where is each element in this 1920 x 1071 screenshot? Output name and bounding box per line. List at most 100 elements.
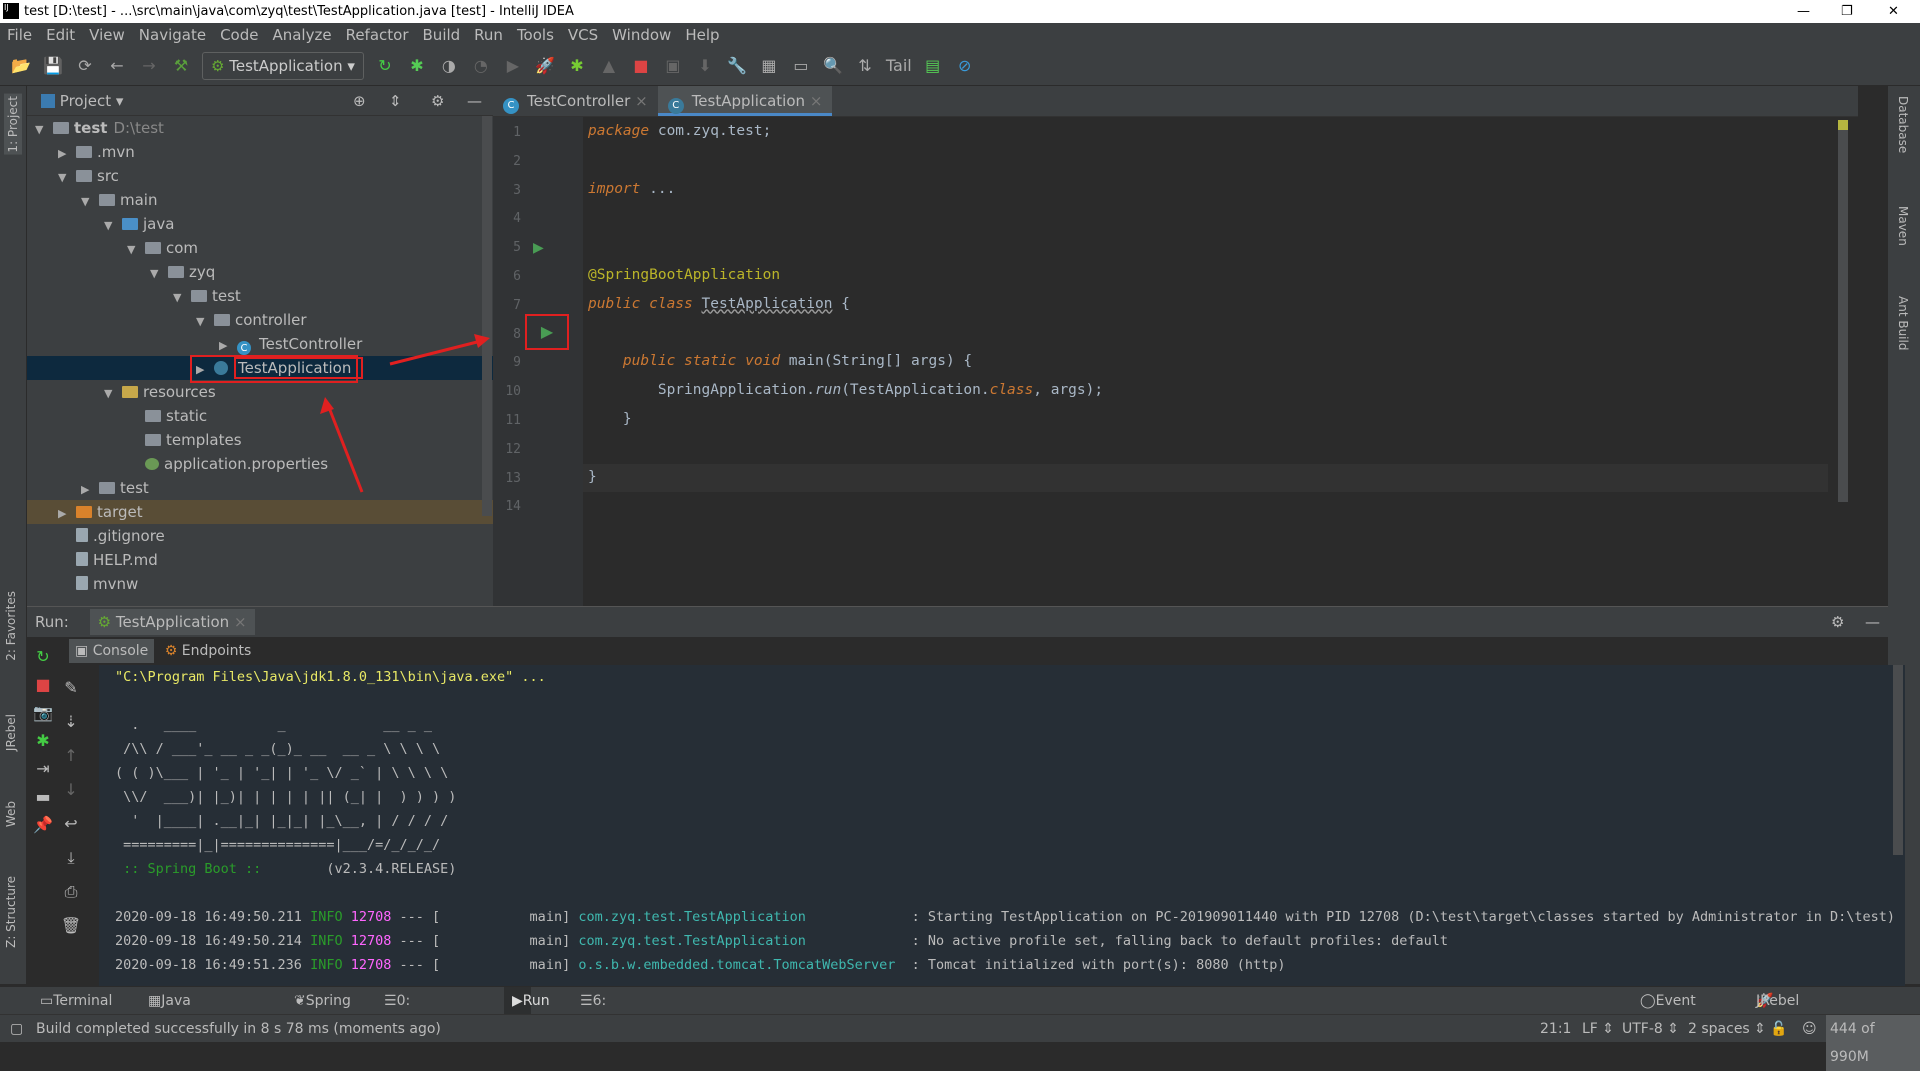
subtab-endpoints[interactable]: ⚙ Endpoints bbox=[159, 639, 258, 663]
tool-tab-favorites[interactable]: 2: Favorites bbox=[4, 591, 18, 661]
menu-edit[interactable]: Edit bbox=[39, 23, 82, 47]
scroll-to-end-icon[interactable]: ⤓ bbox=[59, 841, 83, 875]
debug-icon[interactable]: ✱ bbox=[31, 727, 55, 755]
expand-arrow-icon[interactable]: ▶ bbox=[58, 142, 76, 166]
minimize-button[interactable]: — bbox=[1797, 0, 1810, 23]
down-icon[interactable]: ↓ bbox=[59, 773, 83, 807]
menu-view[interactable]: View bbox=[82, 23, 132, 47]
tree-item[interactable]: ▼ java bbox=[27, 212, 493, 236]
soft-wrap-icon[interactable]: ↩ bbox=[59, 807, 83, 841]
tool-tab-jrebel[interactable]: JRebel bbox=[4, 714, 18, 751]
expand-arrow-icon[interactable]: ▼ bbox=[127, 238, 145, 262]
run-icon[interactable]: ▶ bbox=[502, 55, 524, 77]
inspector-icon[interactable]: ☺ bbox=[1802, 1015, 1817, 1043]
tree-item[interactable]: ▶ C TestController bbox=[27, 332, 493, 356]
settings-wrench-icon[interactable]: 🔧 bbox=[726, 55, 748, 77]
menu-file[interactable]: File bbox=[0, 23, 39, 47]
tree-item[interactable]: ▶ test bbox=[27, 476, 493, 500]
jrebel-debug-icon[interactable]: ✱ bbox=[566, 55, 588, 77]
close-tab-icon[interactable]: × bbox=[635, 92, 648, 110]
open-icon[interactable]: 📂 bbox=[10, 55, 32, 77]
close-run-tab-icon[interactable]: × bbox=[234, 613, 247, 631]
gear-icon[interactable]: ⚙ bbox=[431, 86, 444, 116]
expand-arrow-icon[interactable]: ▼ bbox=[196, 310, 214, 334]
tree-item[interactable]: ▶ target bbox=[27, 500, 493, 524]
up-icon[interactable]: ↑ bbox=[59, 739, 83, 773]
editor-scrollbar[interactable] bbox=[1838, 122, 1848, 502]
close-button[interactable]: ✕ bbox=[1888, 0, 1899, 23]
exit-icon[interactable]: ⇥ bbox=[31, 755, 55, 783]
run-main-gutter-icon[interactable]: ▶ bbox=[525, 314, 569, 350]
menu-window[interactable]: Window bbox=[605, 23, 678, 47]
clear-icon[interactable]: ✎ bbox=[59, 671, 83, 705]
tree-item[interactable]: .gitignore bbox=[27, 524, 493, 548]
tool-event-log[interactable]: ◯ Event Log bbox=[1640, 987, 1696, 1037]
expand-arrow-icon[interactable]: ▼ bbox=[150, 262, 168, 286]
tree-item[interactable]: ▼ resources bbox=[27, 380, 493, 404]
expand-arrow-icon[interactable]: ▼ bbox=[35, 118, 53, 142]
expand-arrow-icon[interactable]: ▼ bbox=[104, 382, 122, 406]
menu-analyze[interactable]: Analyze bbox=[265, 23, 338, 47]
rerun-icon[interactable]: ↻ bbox=[374, 55, 396, 77]
tool-run[interactable]: ▶ Run bbox=[504, 987, 550, 1015]
tool-tab-maven[interactable]: Maven bbox=[1896, 206, 1910, 246]
tool-terminal[interactable]: ▭ Terminal bbox=[40, 987, 112, 1015]
collapse-all-icon[interactable]: ⇕ bbox=[389, 86, 402, 116]
console-scrollbar[interactable] bbox=[1893, 665, 1903, 855]
expand-arrow-icon[interactable]: ▼ bbox=[81, 190, 99, 214]
maximize-button[interactable]: ❐ bbox=[1841, 0, 1853, 23]
run-class-gutter-icon[interactable]: ▶ bbox=[533, 240, 544, 256]
rerun-icon[interactable]: ↻ bbox=[31, 643, 55, 671]
expand-arrow-icon[interactable]: ▶ bbox=[81, 478, 99, 502]
expand-arrow-icon[interactable]: ▶ bbox=[58, 502, 76, 526]
print-icon[interactable]: ⎙ bbox=[59, 875, 83, 909]
expand-arrow-icon[interactable]: ▼ bbox=[58, 166, 76, 190]
tree-scrollbar[interactable] bbox=[482, 116, 492, 516]
tree-item[interactable]: ▼ main bbox=[27, 188, 493, 212]
tree-item[interactable]: HELP.md bbox=[27, 548, 493, 572]
tool-tab-web[interactable]: Web bbox=[4, 801, 18, 827]
sync-icon[interactable]: ⟳ bbox=[74, 55, 96, 77]
code-area[interactable]: package com.zyq.test; import ... @SpringBo… bbox=[493, 117, 1858, 606]
tool-java-enterprise[interactable]: ▦ Java Enterprise bbox=[148, 987, 233, 1037]
jrebel-disabled-icon[interactable]: ▲ bbox=[598, 55, 620, 77]
tool-tab-project[interactable]: 1: Project bbox=[4, 94, 22, 155]
pin-icon[interactable]: 📌 bbox=[31, 811, 55, 839]
tree-item[interactable]: ▼ test bbox=[27, 284, 493, 308]
profile-icon[interactable]: ◔ bbox=[470, 55, 492, 77]
tool-tab-ant-build[interactable]: Ant Build bbox=[1896, 296, 1910, 350]
hide-icon[interactable]: — bbox=[467, 86, 482, 116]
locate-icon[interactable]: ⊕ bbox=[353, 86, 366, 116]
build-hammer-icon[interactable]: ⚒ bbox=[170, 55, 192, 77]
scroll-down-icon[interactable]: ⇣ bbox=[59, 705, 83, 739]
menu-run[interactable]: Run bbox=[467, 23, 510, 47]
tree-item[interactable]: application.properties bbox=[27, 452, 493, 476]
save-icon[interactable]: 💾 bbox=[42, 55, 64, 77]
update-icon[interactable]: ⬇ bbox=[694, 55, 716, 77]
expand-arrow-icon[interactable]: ▼ bbox=[104, 214, 122, 238]
tree-item[interactable]: ▶ .mvn bbox=[27, 140, 493, 164]
menu-refactor[interactable]: Refactor bbox=[339, 23, 416, 47]
menu-navigate[interactable]: Navigate bbox=[132, 23, 213, 47]
coverage-icon[interactable]: ◑ bbox=[438, 55, 460, 77]
menu-help[interactable]: Help bbox=[678, 23, 726, 47]
disable-icon[interactable]: ⊘ bbox=[954, 55, 976, 77]
jrebel-run-icon[interactable]: 🚀 bbox=[534, 55, 556, 77]
trash-icon[interactable]: 🗑 bbox=[59, 909, 83, 943]
close-tab-icon[interactable]: × bbox=[810, 92, 823, 110]
encoding[interactable]: UTF-8 ⇕ bbox=[1622, 1015, 1679, 1043]
menu-code[interactable]: Code bbox=[213, 23, 265, 47]
status-toggle-icon[interactable]: ▢ bbox=[10, 1015, 23, 1043]
tree-item[interactable]: static bbox=[27, 404, 493, 428]
tab-testcontroller[interactable]: C TestController × bbox=[493, 86, 658, 116]
attach-icon[interactable]: ▣ bbox=[662, 55, 684, 77]
tree-item[interactable]: mvnw bbox=[27, 572, 493, 596]
tab-testapplication[interactable]: C TestApplication × bbox=[657, 86, 833, 116]
menu-tools[interactable]: Tools bbox=[510, 23, 561, 47]
monitor-icon[interactable]: ▤ bbox=[922, 55, 944, 77]
tree-item[interactable]: templates bbox=[27, 428, 493, 452]
run-config-select[interactable]: ⚙ TestApplication ▾ bbox=[202, 52, 364, 80]
memory-indicator[interactable]: 444 of 990M bbox=[1826, 1015, 1920, 1071]
run-hide-icon[interactable]: — bbox=[1865, 607, 1880, 637]
tool-spring[interactable]: ❦ Spring bbox=[294, 987, 351, 1015]
